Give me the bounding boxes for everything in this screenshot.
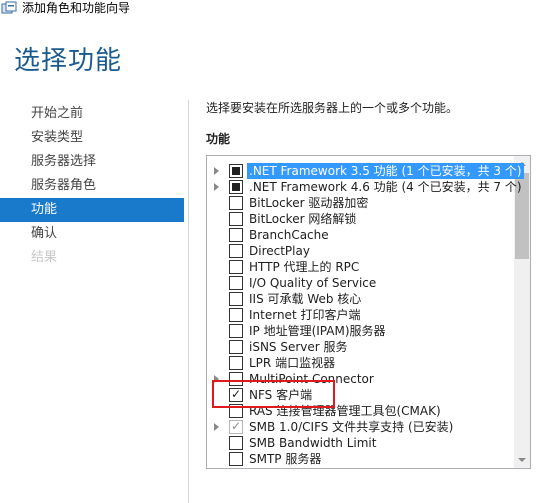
feature-checkbox[interactable] xyxy=(229,436,243,450)
feature-checkbox: ✓ xyxy=(229,419,243,434)
feature-label: iSNS Server 服务 xyxy=(249,340,348,354)
feature-label: SMB Bandwidth Limit xyxy=(249,436,377,450)
feature-item[interactable]: LPR 端口监视器 xyxy=(207,355,515,371)
feature-checkbox[interactable] xyxy=(229,324,243,338)
nav-item: 结果 xyxy=(31,250,58,265)
feature-label: HTTP 代理上的 RPC xyxy=(249,260,360,274)
features-list[interactable]: .NET Framework 3.5 功能 (1 个已安装，共 3 个) .NET… xyxy=(206,155,531,469)
feature-item[interactable]: BitLocker 网络解锁 xyxy=(207,211,515,227)
feature-checkbox[interactable] xyxy=(229,276,243,290)
feature-label: SMB 1.0/CIFS 文件共享支持 (已安装) xyxy=(249,420,454,434)
expand-arrow-icon[interactable] xyxy=(214,167,219,175)
expand-arrow-icon[interactable] xyxy=(214,375,219,383)
nav-divider xyxy=(188,100,189,503)
title-bar: 添加角色和功能向导 xyxy=(0,0,545,18)
feature-label: MultiPoint Connector xyxy=(249,372,374,386)
feature-label: .NET Framework 3.5 功能 (1 个已安装，共 3 个) xyxy=(247,163,524,179)
feature-label: .NET Framework 4.6 功能 (4 个已安装，共 7 个) xyxy=(249,180,522,194)
checkmark-icon: ✓ xyxy=(231,419,242,433)
feature-label: IP 地址管理(IPAM)服务器 xyxy=(249,324,386,338)
feature-item[interactable]: RAS 连接管理器管理工具包(CMAK) xyxy=(207,403,515,419)
feature-item[interactable]: MultiPoint Connector xyxy=(207,371,515,387)
feature-label: BitLocker 驱动器加密 xyxy=(249,196,369,210)
feature-item[interactable]: ✓ NFS 客户端 xyxy=(207,387,515,403)
scroll-down-icon[interactable] xyxy=(518,458,526,462)
feature-label: LPR 端口监视器 xyxy=(249,356,336,370)
expand-arrow-icon[interactable] xyxy=(214,423,219,431)
feature-checkbox[interactable] xyxy=(229,404,243,418)
vertical-scrollbar[interactable] xyxy=(514,156,530,468)
feature-checkbox[interactable] xyxy=(229,228,243,242)
feature-item[interactable]: HTTP 代理上的 RPC xyxy=(207,259,515,275)
feature-item[interactable]: SMB Bandwidth Limit xyxy=(207,435,515,451)
feature-item[interactable]: .NET Framework 3.5 功能 (1 个已安装，共 3 个) xyxy=(207,163,524,179)
feature-label: DirectPlay xyxy=(249,244,310,258)
feature-label: IIS 可承载 Web 核心 xyxy=(249,292,362,306)
feature-item[interactable]: iSNS Server 服务 xyxy=(207,339,515,355)
nav-item[interactable]: 服务器选择 xyxy=(0,150,184,174)
feature-checkbox[interactable] xyxy=(229,244,243,258)
page-title: 选择功能 xyxy=(14,46,123,76)
feature-item[interactable]: BitLocker 驱动器加密 xyxy=(207,195,515,211)
feature-item[interactable]: Internet 打印客户端 xyxy=(207,307,515,323)
feature-checkbox[interactable] xyxy=(229,164,243,178)
feature-item[interactable]: .NET Framework 4.6 功能 (4 个已安装，共 7 个) xyxy=(207,179,522,195)
checkmark-icon: ✓ xyxy=(231,387,242,401)
feature-checkbox[interactable] xyxy=(229,372,243,386)
feature-label: Internet 打印客户端 xyxy=(249,308,361,322)
feature-item[interactable]: DirectPlay xyxy=(207,243,515,259)
expand-arrow-icon[interactable] xyxy=(214,183,219,191)
feature-item[interactable]: IIS 可承载 Web 核心 xyxy=(207,291,515,307)
feature-label: I/O Quality of Service xyxy=(249,276,377,290)
feature-checkbox[interactable] xyxy=(229,308,243,322)
feature-item[interactable]: BranchCache xyxy=(207,227,515,243)
feature-checkbox[interactable] xyxy=(229,212,243,226)
nav-item[interactable]: 服务器角色 xyxy=(0,174,184,198)
features-heading: 功能 xyxy=(206,132,231,146)
nav-item[interactable]: 开始之前 xyxy=(0,102,184,126)
server-manager-icon xyxy=(1,1,17,14)
nav-item[interactable]: 功能 xyxy=(0,198,184,222)
feature-checkbox[interactable] xyxy=(229,356,243,370)
feature-checkbox[interactable] xyxy=(229,452,243,466)
feature-checkbox[interactable] xyxy=(229,260,243,274)
feature-label: BitLocker 网络解锁 xyxy=(249,212,357,226)
feature-checkbox[interactable] xyxy=(229,340,243,354)
nav-item[interactable]: 确认 xyxy=(0,222,184,246)
feature-checkbox[interactable] xyxy=(229,196,243,210)
nav-item[interactable]: 安装类型 xyxy=(0,126,184,150)
description-text: 选择要安装在所选服务器上的一个或多个功能。 xyxy=(206,101,459,115)
feature-item[interactable]: IP 地址管理(IPAM)服务器 xyxy=(207,323,515,339)
feature-checkbox[interactable] xyxy=(229,292,243,306)
feature-item[interactable]: I/O Quality of Service xyxy=(207,275,515,291)
feature-label: BranchCache xyxy=(249,228,329,242)
feature-label: NFS 客户端 xyxy=(249,388,313,402)
feature-item[interactable]: ✓ SMB 1.0/CIFS 文件共享支持 (已安装) xyxy=(207,419,515,435)
feature-item[interactable]: SMTP 服务器 xyxy=(207,451,515,467)
feature-checkbox[interactable]: ✓ xyxy=(229,387,243,402)
feature-label: SMTP 服务器 xyxy=(249,452,322,466)
window-title: 添加角色和功能向导 xyxy=(22,1,131,15)
wizard-nav: 开始之前 安装类型 服务器选择 服务器角色 功能 确认结果 xyxy=(0,102,184,270)
feature-checkbox[interactable] xyxy=(229,180,243,194)
feature-label: RAS 连接管理器管理工具包(CMAK) xyxy=(249,404,441,418)
